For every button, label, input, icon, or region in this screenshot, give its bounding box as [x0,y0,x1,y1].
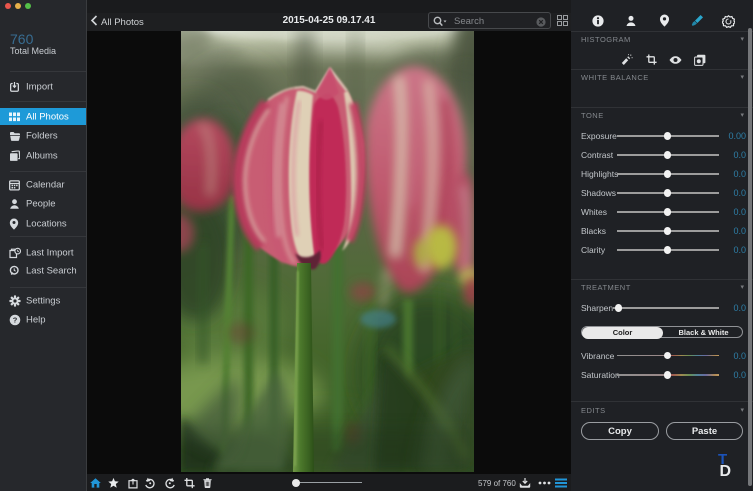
svg-text:?: ? [13,316,18,325]
